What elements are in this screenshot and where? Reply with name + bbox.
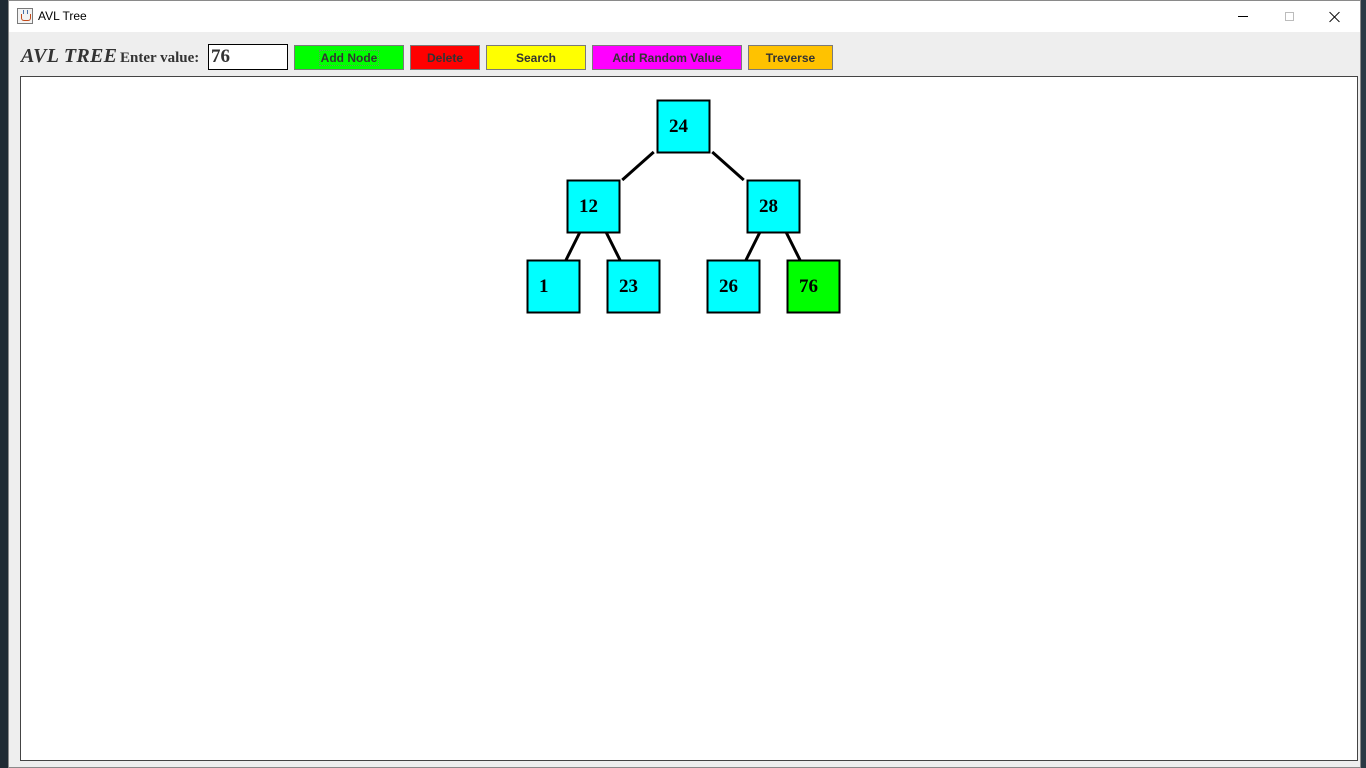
tree-edge-12-1 [564, 231, 582, 261]
tree-node-24: 24 [656, 99, 711, 154]
tree-node-76: 76 [786, 259, 841, 314]
tree-edge-28-76 [784, 231, 802, 261]
tree-canvas: 24 12 28 1 23 26 76 [20, 76, 1358, 761]
maximize-icon [1284, 12, 1294, 21]
delete-button[interactable]: Delete [410, 45, 480, 70]
search-button[interactable]: Search [486, 45, 586, 70]
tree-diagram: 24 12 28 1 23 26 76 [526, 99, 841, 314]
window-title: AVL Tree [38, 9, 87, 23]
tree-node-value: 76 [799, 276, 818, 297]
maximize-button[interactable] [1266, 1, 1312, 32]
traverse-label: Treverse [765, 50, 816, 65]
minimize-icon [1238, 16, 1248, 17]
desktop-background-left [0, 0, 8, 768]
tree-node-23: 23 [606, 259, 661, 314]
add-random-value-label: Add Random Value [612, 50, 722, 65]
close-button[interactable] [1312, 1, 1358, 32]
java-app-icon [17, 8, 33, 24]
tree-node-value: 12 [579, 196, 598, 217]
minimize-button[interactable] [1220, 1, 1266, 32]
add-node-label: Add Node [318, 49, 380, 66]
tree-edge-12-23 [604, 231, 622, 261]
delete-label: Delete [426, 50, 464, 65]
enter-value-label: Enter value: [120, 50, 200, 66]
tree-node-value: 23 [619, 276, 638, 297]
tree-node-value: 24 [669, 116, 689, 137]
tree-node-28: 28 [746, 179, 801, 234]
app-window: AVL Tree AVL TREE Enter value: 76 Add No… [8, 0, 1361, 768]
toolbar: AVL TREE Enter value: 76 Add Node Delete… [9, 32, 1360, 76]
tree-node-value: 1 [539, 276, 549, 297]
tree-node-box [526, 259, 581, 314]
tree-node-1: 1 [526, 259, 581, 314]
tree-node-26: 26 [706, 259, 761, 314]
tree-edge-28-26 [744, 231, 762, 261]
add-random-value-button[interactable]: Add Random Value [592, 45, 742, 70]
app-brand-label: AVL TREE [21, 45, 118, 67]
title-bar[interactable]: AVL Tree [9, 1, 1360, 32]
close-icon [1329, 11, 1341, 23]
tree-node-12: 12 [566, 179, 621, 234]
value-input[interactable]: 76 [208, 44, 288, 70]
search-label: Search [515, 50, 557, 65]
tree-node-value: 26 [719, 276, 738, 297]
traverse-button[interactable]: Treverse [748, 45, 833, 70]
tree-edge-24-28 [711, 150, 745, 182]
tree-node-value: 28 [759, 196, 778, 217]
add-node-button[interactable]: Add Node [294, 45, 404, 70]
tree-edge-24-12 [621, 150, 655, 182]
